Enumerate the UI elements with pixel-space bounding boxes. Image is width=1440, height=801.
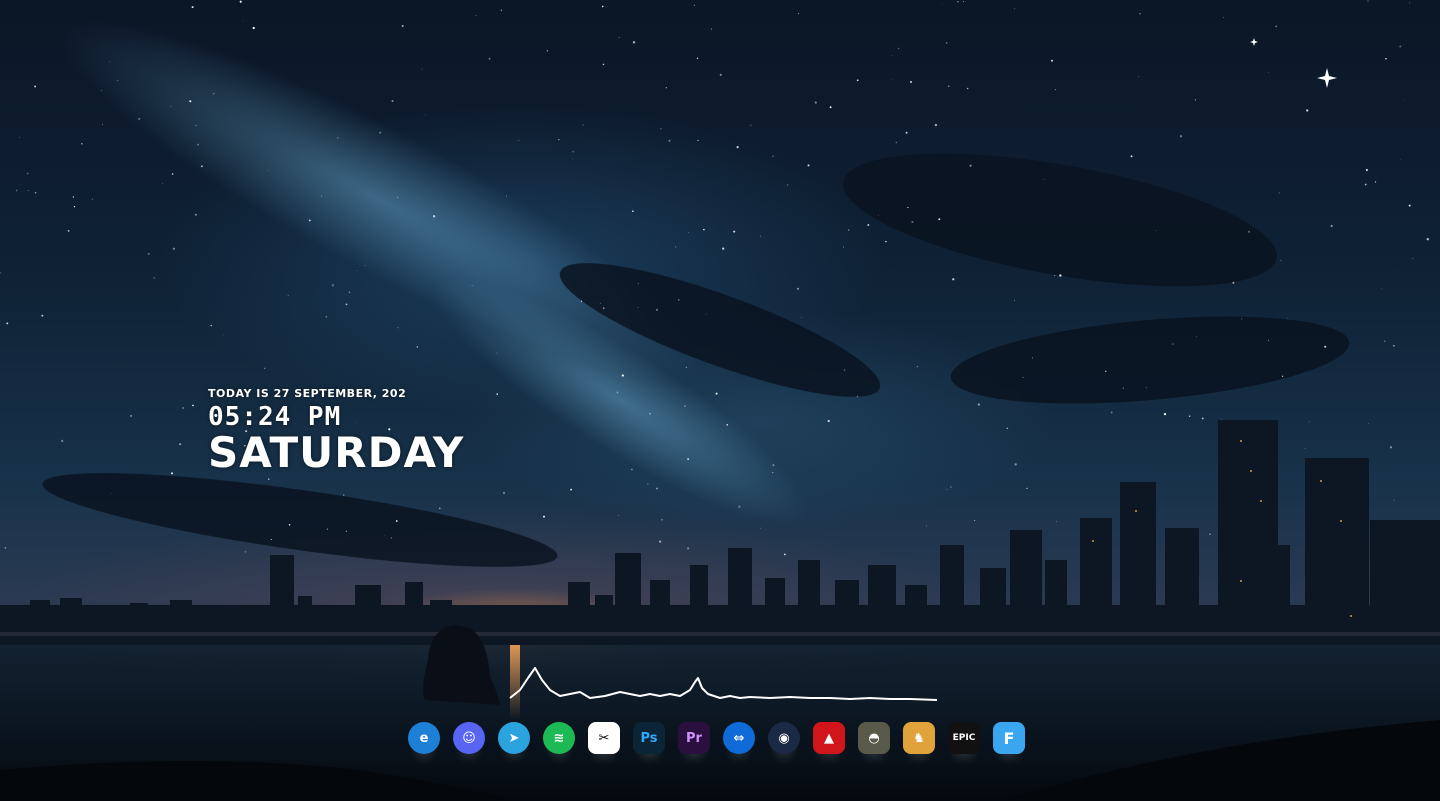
photoshop-glyph: Ps — [640, 730, 658, 746]
premiere-glyph: Pr — [686, 730, 702, 746]
desktop-wallpaper: TODAY IS 27 SEPTEMBER, 202 05:24 PM SATU… — [0, 0, 1440, 801]
audio-visualizer — [509, 667, 938, 701]
time-text: 05:24 PM — [208, 402, 342, 432]
edge-icon[interactable]: e — [408, 722, 440, 754]
apex-legends-icon[interactable]: ▲ — [813, 722, 845, 754]
apex-legends-glyph: ▲ — [824, 730, 834, 746]
fortnite-glyph: F — [1003, 728, 1015, 748]
steam-glyph: ◉ — [778, 730, 790, 746]
teamviewer-glyph: ⇔ — [733, 730, 745, 746]
day-text: SATURDAY — [208, 428, 465, 477]
teamviewer-icon[interactable]: ⇔ — [723, 722, 755, 754]
discord-glyph: ☺ — [462, 730, 476, 746]
telegram-icon[interactable]: ➤ — [498, 722, 530, 754]
edge-glyph: e — [419, 730, 429, 746]
discord-icon[interactable]: ☺ — [453, 722, 485, 754]
epic-games-icon[interactable]: EPIC — [948, 722, 980, 754]
date-text: TODAY IS 27 SEPTEMBER, 202 — [208, 387, 407, 400]
epic-games-glyph: EPIC — [952, 733, 976, 743]
capcut-glyph: ✂ — [598, 730, 610, 746]
pubg-glyph: ◓ — [868, 730, 880, 746]
steam-icon[interactable]: ◉ — [768, 722, 800, 754]
pubg-icon[interactable]: ◓ — [858, 722, 890, 754]
spotify-icon[interactable]: ≋ — [543, 722, 575, 754]
app-dock: e ☺ ➤ ≋ ✂ Ps Pr ⇔ ◉ ▲ ◓ ♞ EPIC F — [408, 718, 1025, 758]
capcut-icon[interactable]: ✂ — [588, 722, 620, 754]
clock-widget: TODAY IS 27 SEPTEMBER, 202 05:24 PM SATU… — [208, 387, 464, 474]
fortnite-icon[interactable]: F — [993, 722, 1025, 754]
counter-strike-glyph: ♞ — [913, 730, 925, 746]
premiere-icon[interactable]: Pr — [678, 722, 710, 754]
telegram-glyph: ➤ — [508, 730, 520, 746]
spotify-glyph: ≋ — [553, 730, 565, 746]
photoshop-icon[interactable]: Ps — [633, 722, 665, 754]
counter-strike-icon[interactable]: ♞ — [903, 722, 935, 754]
